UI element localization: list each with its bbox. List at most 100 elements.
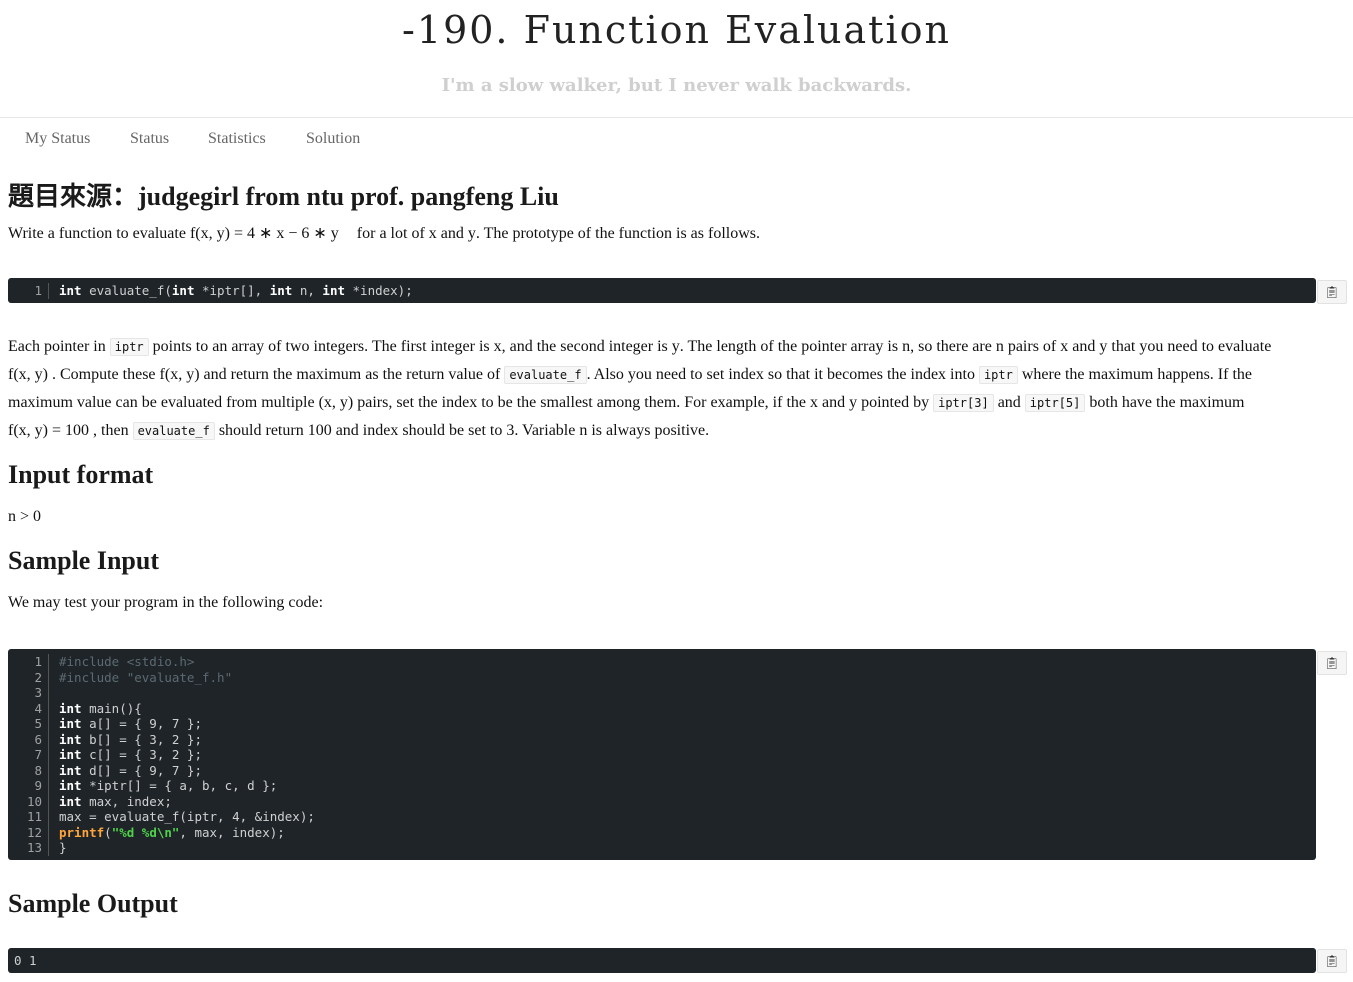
formula: f(x, y) = 100 [8, 422, 90, 439]
desc-text: . Variable [514, 422, 580, 439]
code-line: 9 int *iptr[] = { a, b, c, d }; [8, 778, 1316, 794]
desc-text: both have the maximum [1085, 394, 1245, 411]
sample-output-heading: Sample Output [8, 889, 178, 918]
formula: f(x, y) [159, 366, 200, 383]
clipboard-icon: 📋︎ [1324, 284, 1340, 299]
line-number: 6 [8, 731, 49, 747]
line-number: 13 [8, 840, 49, 856]
inline-code: iptr[3] [933, 394, 994, 412]
desc-text: where the maximum happens. If the [1017, 366, 1253, 383]
var-y: y [849, 394, 858, 411]
line-number: 10 [8, 793, 49, 809]
site-subtitle: I'm a slow walker, but I never walk back… [441, 75, 912, 96]
line-number: 2 [8, 669, 49, 685]
intro-formula: f(x, y) = 4 ∗ x − 6 ∗ y [189, 225, 339, 242]
code-text: evaluate_f( [81, 283, 172, 298]
code-line: 10 int max, index; [8, 793, 1316, 809]
code-text: int main(){ [59, 700, 142, 716]
code-line: 6 int b[] = { 3, 2 }; [8, 731, 1316, 747]
code-line: 4 int main(){ [8, 700, 1316, 716]
desc-text: and [1068, 338, 1100, 355]
code-text: #include "evaluate_f.h" [59, 669, 233, 685]
desc-text: and return the maximum as the return val… [199, 366, 505, 383]
code-line: 1 #include <stdio.h> [8, 654, 1316, 670]
keyword: int [269, 283, 293, 298]
clipboard-icon: 📋︎ [1324, 953, 1340, 968]
desc-text: and [818, 394, 850, 411]
nav-statistics[interactable]: Statistics [208, 130, 266, 148]
desc-text: , and the second integer is [501, 338, 672, 355]
copy-button[interactable]: 📋︎ [1317, 280, 1347, 304]
inline-code: iptr [109, 338, 149, 356]
code-line: 11 max = evaluate_f(iptr, 4, &index); [8, 809, 1316, 825]
input-format-heading: Input format [8, 460, 154, 489]
desc-text: Each pointer in [8, 338, 110, 355]
intro-text: Write a function to evaluate [8, 225, 190, 242]
line-number: 9 [8, 778, 49, 794]
code-line: 8 int d[] = { 9, 7 }; [8, 762, 1316, 778]
inline-code: iptr [978, 366, 1018, 384]
code-text: int b[] = { 3, 2 }; [59, 731, 202, 747]
prototype-code-block: 1 int evaluate_f(int *iptr[], int n, int… [8, 278, 1316, 303]
line-number: 8 [8, 762, 49, 778]
intro-paragraph: Write a function to evaluate f(x, y) = 4… [8, 220, 1343, 248]
line-number: 4 [8, 700, 49, 716]
desc-text: , so there are [910, 338, 996, 355]
site-title: -190. Function Evaluation [402, 8, 951, 52]
code-text: int c[] = { 3, 2 }; [59, 747, 202, 762]
var-n: n [995, 338, 1004, 355]
desc-text: pairs of [1003, 338, 1061, 355]
line-number: 7 [8, 747, 49, 763]
desc-text: . Also you need to set index so that it … [586, 366, 979, 383]
code-text: int *iptr[] = { a, b, c, d }; [59, 778, 278, 793]
clipboard-icon: 📋︎ [1324, 655, 1340, 670]
inline-code: evaluate_f [504, 366, 587, 384]
keyword: int [171, 283, 195, 298]
desc-text: and [993, 394, 1025, 411]
line-number: 3 [8, 685, 49, 701]
code-text: #include <stdio.h> [59, 654, 195, 669]
nav-solution[interactable]: Solution [306, 130, 360, 148]
desc-text: pairs, set the index to be the smallest … [353, 394, 810, 411]
prototype-code: int evaluate_f(int *iptr[], int n, int *… [49, 283, 413, 299]
var-x: x [493, 338, 502, 355]
var-y: y [467, 225, 476, 242]
code-line: 12 printf("%d %d\n", max, index); [8, 824, 1316, 840]
nav-my-status[interactable]: My Status [25, 130, 90, 148]
code-text: *index); [345, 283, 413, 298]
desc-text: is always positive. [587, 422, 710, 439]
code-line: 2 #include "evaluate_f.h" [8, 669, 1316, 685]
sample-input-text: We may test your program in the followin… [8, 594, 324, 611]
copy-button[interactable]: 📋︎ [1317, 651, 1347, 675]
input-format-text: n > 0 [8, 508, 42, 525]
line-number: 12 [8, 824, 49, 840]
code-text: int max, index; [59, 793, 172, 809]
value: 100 [307, 422, 332, 439]
code-line: 13} [8, 840, 1316, 856]
desc-text: points to an array of two integers. The … [148, 338, 494, 355]
code-text: printf("%d %d\n", max, index); [59, 824, 285, 840]
formula: (x, y) [318, 394, 354, 411]
var-y: y [671, 338, 680, 355]
code-line: 5 int a[] = { 9, 7 }; [8, 716, 1316, 732]
desc-text: , then [89, 422, 133, 439]
copy-button[interactable]: 📋︎ [1317, 949, 1347, 973]
sample-code-block: 1 #include <stdio.h> 2 #include "evaluate_f… [8, 649, 1316, 860]
sample-output-block: 0 1 [8, 948, 1316, 973]
intro-text-c: and [436, 225, 468, 242]
inline-code: evaluate_f [132, 422, 215, 440]
line-number: 11 [8, 809, 49, 825]
nav-status[interactable]: Status [130, 130, 169, 148]
problem-source-heading: 題目來源：judgegirl from ntu prof. pangfeng L… [8, 182, 559, 211]
line-number: 5 [8, 716, 49, 732]
code-text: max = evaluate_f(iptr, 4, &index); [59, 809, 315, 824]
code-text: *iptr[], [194, 283, 270, 298]
var-x: x [810, 394, 818, 411]
description-paragraph: Each pointer in iptr points to an array … [8, 333, 1343, 445]
intro-text-d: . The prototype of the function is as fo… [475, 225, 760, 242]
line-number: 1 [8, 654, 49, 670]
var-n: n [902, 338, 911, 355]
keyword: int [322, 283, 345, 298]
formula: f(x, y) [8, 366, 48, 383]
desc-text: maximum value can be evaluated from mult… [8, 394, 319, 411]
